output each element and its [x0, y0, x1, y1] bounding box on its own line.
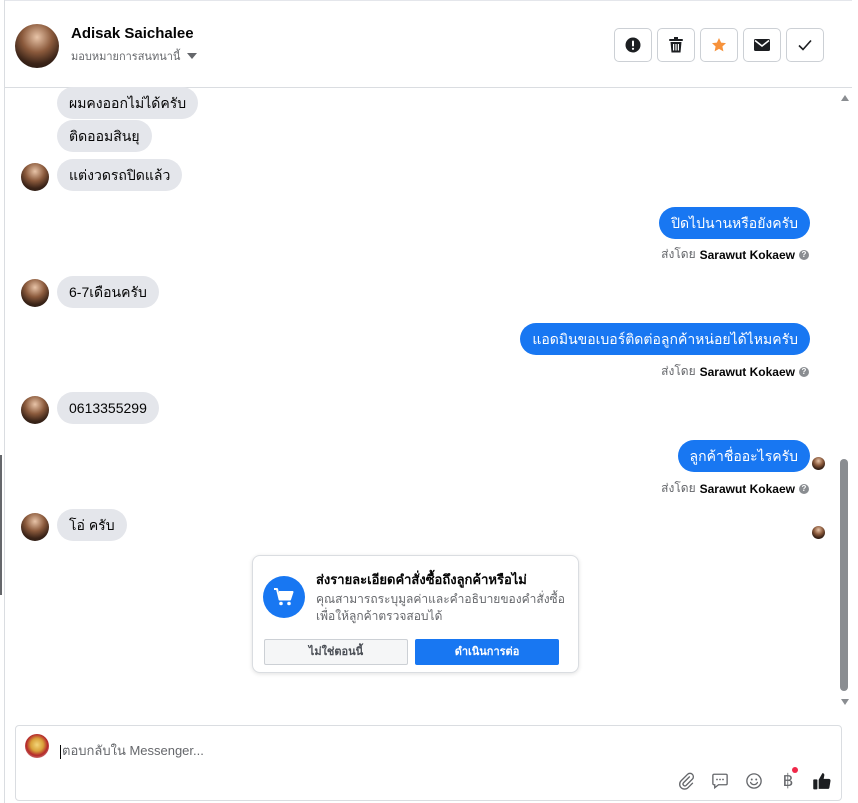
header-actions	[614, 28, 824, 62]
scrollbar-thumb[interactable]	[840, 459, 848, 691]
follow-up-button[interactable]	[700, 28, 738, 62]
incoming-message: 0613355299	[57, 392, 159, 424]
trash-icon	[669, 37, 683, 53]
attachment-icon[interactable]	[675, 770, 697, 792]
scroll-down-arrow-icon[interactable]	[841, 699, 849, 705]
sender-name: Sarawut Kokaew	[699, 364, 795, 379]
contact-avatar[interactable]	[15, 24, 59, 68]
contact-avatar-small	[21, 279, 49, 307]
incoming-message: ผมคงออกไม่ได้ครับ	[57, 87, 199, 119]
incoming-message: แต่งวดรถปิดแล้ว	[57, 159, 183, 191]
incoming-message: 6-7เดือนครับ	[57, 276, 159, 308]
sender-name: Sarawut Kokaew	[699, 247, 795, 262]
not-now-button[interactable]: ไม่ใช่ตอนนี้	[264, 639, 408, 665]
envelope-icon	[754, 39, 770, 51]
continue-button[interactable]: ดำเนินการต่อ	[415, 639, 559, 665]
conversation-header: Adisak Saichalee มอบหมายการสนทนานี้	[5, 0, 852, 88]
help-icon[interactable]: ?	[799, 249, 809, 260]
outgoing-message: ลูกค้าชื่ออะไรครับ	[677, 440, 810, 472]
sent-by-label: ส่งโดย Sarawut Kokaew ?	[661, 362, 809, 381]
check-icon	[798, 39, 812, 51]
report-button[interactable]	[614, 28, 652, 62]
scroll-up-arrow-icon[interactable]	[841, 95, 849, 101]
caret-down-icon	[187, 53, 198, 59]
prompt-title: ส่งรายละเอียดคำสั่งซื้อถึงลูกค้าหรือไม่	[316, 572, 527, 587]
mark-unread-button[interactable]	[743, 28, 781, 62]
sent-by-label: ส่งโดย Sarawut Kokaew ?	[661, 245, 809, 264]
reply-placeholder: ตอบกลับใน Messenger...	[62, 743, 204, 758]
shopping-cart-icon	[263, 576, 305, 618]
outgoing-message: ปิดไปนานหรือยังครับ	[659, 207, 810, 239]
saved-replies-icon[interactable]	[709, 770, 731, 792]
read-receipt-avatar	[812, 457, 825, 470]
sender-name: Sarawut Kokaew	[699, 481, 795, 496]
page-avatar	[25, 734, 49, 758]
reply-composer: ตอบกลับใน Messenger... ฿	[15, 725, 842, 801]
exclamation-icon	[625, 37, 641, 53]
star-icon	[712, 38, 726, 52]
contact-name[interactable]: Adisak Saichalee	[71, 25, 194, 42]
incoming-message: โอ่ ครับ	[57, 509, 127, 541]
reply-input[interactable]: ตอบกลับใน Messenger...	[60, 740, 204, 761]
delete-button[interactable]	[657, 28, 695, 62]
help-icon[interactable]: ?	[799, 483, 809, 494]
mark-done-button[interactable]	[786, 28, 824, 62]
help-icon[interactable]: ?	[799, 366, 809, 377]
incoming-message: ติดออมสินยุ	[57, 120, 152, 152]
read-receipt-avatar	[812, 526, 825, 539]
outgoing-message: แอดมินขอเบอร์ติดต่อลูกค้าหน่อยได้ไหมครับ	[520, 323, 810, 355]
order-details-prompt: ส่งรายละเอียดคำสั่งซื้อถึงลูกค้าหรือไม่ …	[252, 555, 579, 673]
prompt-description: คุณสามารถระบุมูลค่าและคำอธิบายของคำสั่งซ…	[316, 592, 565, 623]
notification-dot	[792, 767, 798, 773]
text-cursor	[60, 744, 61, 759]
assign-conversation-dropdown[interactable]: มอบหมายการสนทนานี้	[71, 47, 198, 65]
contact-avatar-small	[21, 163, 49, 191]
assign-label: มอบหมายการสนทนานี้	[71, 51, 181, 63]
window-edge-strip	[0, 455, 2, 595]
baht-icon[interactable]: ฿	[777, 767, 799, 792]
emoji-icon[interactable]	[743, 770, 765, 792]
thread-scrollbar[interactable]	[838, 87, 852, 717]
sent-by-label: ส่งโดย Sarawut Kokaew ?	[661, 479, 809, 498]
composer-tools: ฿	[675, 767, 833, 792]
thumbs-up-icon[interactable]	[811, 770, 833, 792]
contact-avatar-small	[21, 513, 49, 541]
contact-avatar-small	[21, 396, 49, 424]
